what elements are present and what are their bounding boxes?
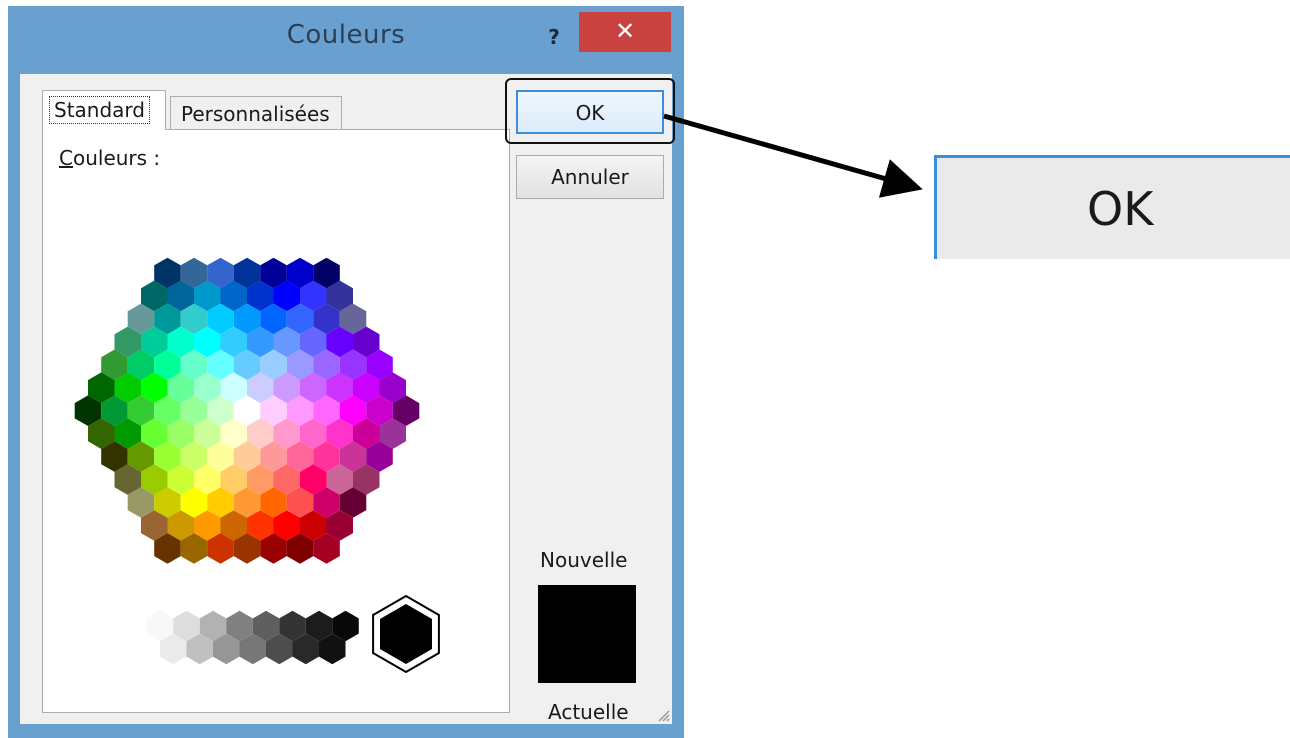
help-button[interactable]: ?	[536, 18, 572, 56]
zoomed-ok-label: OK	[1087, 182, 1154, 236]
new-color-label: Nouvelle	[540, 548, 628, 572]
ok-button[interactable]: OK	[516, 90, 664, 134]
tab-custom[interactable]: Personnalisées	[170, 96, 342, 132]
zoomed-ok-button: OK	[934, 155, 1290, 259]
color-hexagon-palette[interactable]	[43, 130, 511, 714]
current-color-label: Actuelle	[548, 700, 629, 724]
standard-tab-panel: Couleurs :	[42, 129, 510, 713]
dialog-body: Standard Personnalisées Couleurs : OK An…	[20, 74, 675, 724]
color-preview-swatch	[538, 585, 636, 683]
tab-standard[interactable]: Standard	[42, 90, 166, 130]
resize-grip-icon[interactable]	[656, 708, 670, 722]
tab-standard-label: Standard	[49, 96, 150, 124]
color-dialog: Couleurs ? ✕ Standard Personnalisées Cou…	[8, 6, 684, 738]
title-bar[interactable]: Couleurs ? ✕	[8, 6, 684, 74]
cancel-button[interactable]: Annuler	[516, 155, 664, 199]
close-button[interactable]: ✕	[579, 12, 671, 52]
